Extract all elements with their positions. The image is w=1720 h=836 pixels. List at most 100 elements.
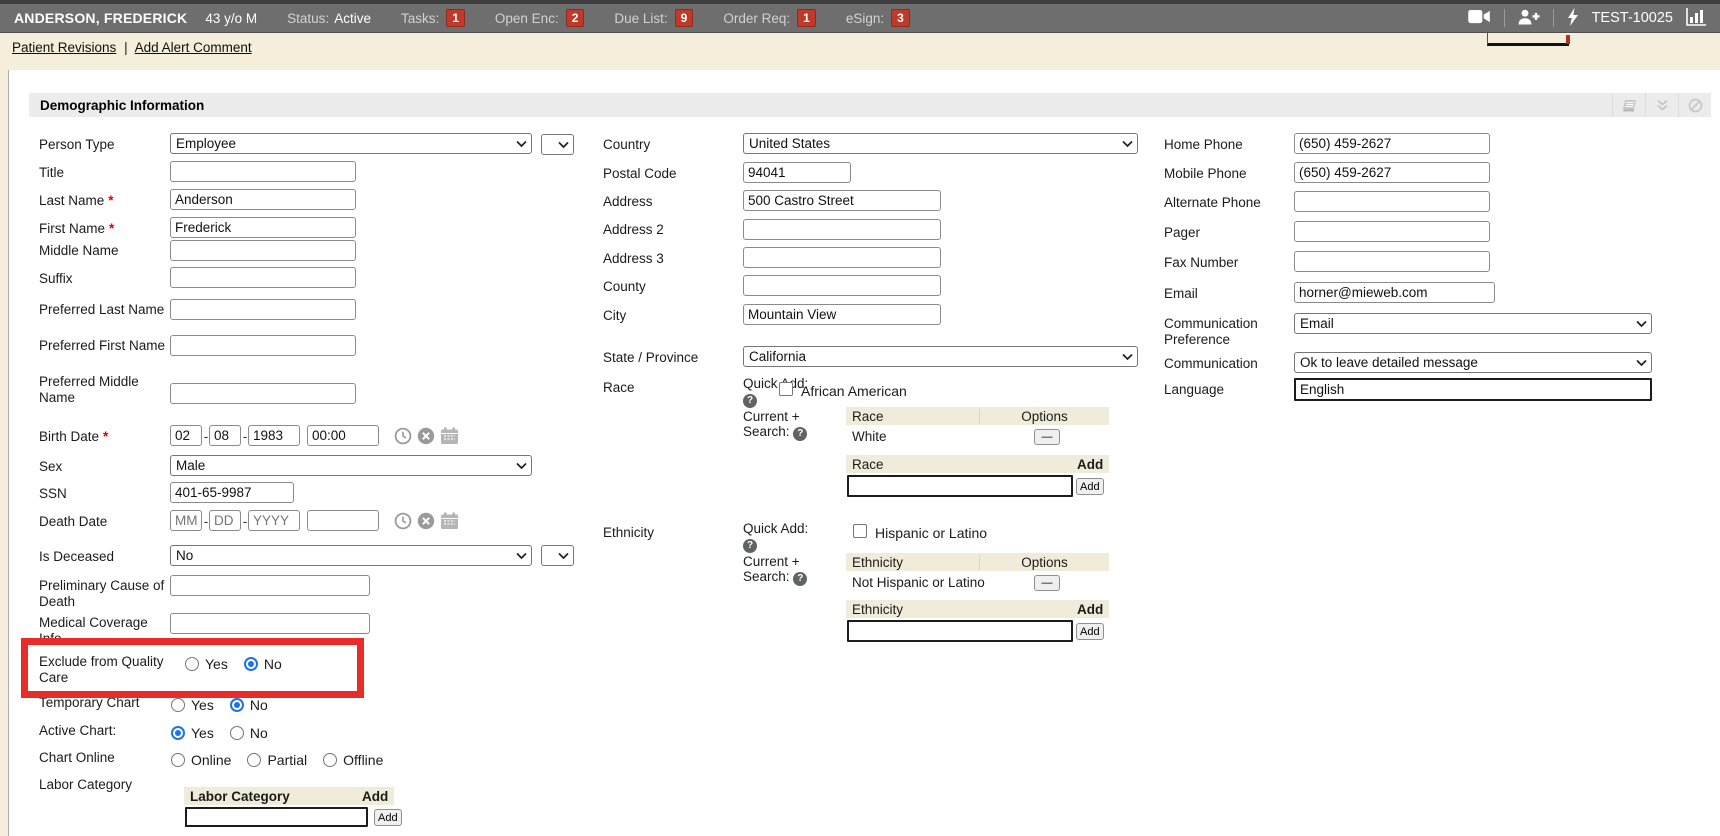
communication-select[interactable]: Ok to leave detailed message bbox=[1294, 352, 1652, 373]
race-quick-checkbox[interactable] bbox=[779, 382, 793, 396]
death-day-input[interactable] bbox=[209, 510, 241, 531]
status-label: Status: bbox=[287, 11, 329, 26]
collapse-icon[interactable] bbox=[1645, 93, 1678, 117]
clear-date-icon[interactable] bbox=[417, 427, 435, 445]
clock-icon[interactable] bbox=[394, 427, 412, 445]
race-remove-button[interactable]: — bbox=[1034, 429, 1060, 445]
address3-label: Address 3 bbox=[603, 251, 731, 267]
help-icon[interactable]: ? bbox=[743, 539, 757, 553]
exclude-no-radio[interactable] bbox=[244, 657, 258, 671]
race-add-button[interactable]: Add bbox=[1076, 478, 1104, 495]
suffix-input[interactable] bbox=[170, 267, 356, 288]
chart-icon[interactable] bbox=[1686, 8, 1706, 29]
exclude-yes-radio[interactable] bbox=[185, 657, 199, 671]
birth-day-input[interactable] bbox=[209, 425, 241, 446]
email-input[interactable] bbox=[1294, 282, 1495, 303]
partial-radio[interactable] bbox=[247, 753, 261, 767]
video-camera-icon[interactable] bbox=[1468, 9, 1491, 27]
help-icon[interactable]: ? bbox=[793, 427, 807, 441]
help-icon[interactable]: ? bbox=[793, 572, 807, 586]
add-alert-comment-link[interactable]: Add Alert Comment bbox=[135, 40, 252, 55]
suffix-label: Suffix bbox=[39, 271, 167, 287]
medical-coverage-label: Medical Coverage Info bbox=[39, 615, 167, 647]
medical-coverage-input[interactable] bbox=[170, 613, 370, 634]
title-input[interactable] bbox=[170, 161, 356, 182]
birth-time-input[interactable] bbox=[307, 425, 379, 446]
active-no-radio[interactable] bbox=[230, 726, 244, 740]
address2-input[interactable] bbox=[743, 219, 941, 240]
comm-pref-select[interactable]: Email bbox=[1294, 313, 1652, 334]
death-date-label: Death Date bbox=[39, 514, 167, 530]
preferred-last-input[interactable] bbox=[170, 299, 356, 320]
labor-category-input[interactable] bbox=[185, 807, 368, 827]
county-input[interactable] bbox=[743, 275, 941, 296]
birth-year-input[interactable] bbox=[248, 425, 300, 446]
race-quick-checkbox-label: African American bbox=[801, 383, 907, 399]
preferred-middle-input[interactable] bbox=[170, 383, 356, 404]
disable-icon[interactable] bbox=[1678, 93, 1711, 117]
clear-date-icon[interactable] bbox=[417, 512, 435, 530]
first-name-input[interactable] bbox=[170, 217, 356, 238]
is-deceased-mini-select[interactable] bbox=[541, 545, 574, 566]
ethnicity-add-header: Ethnicity Add bbox=[846, 600, 1109, 618]
city-input[interactable] bbox=[743, 304, 941, 325]
station-id: TEST-10025 bbox=[1592, 10, 1673, 26]
temporary-no-radio[interactable] bbox=[230, 698, 244, 712]
labor-add-button[interactable]: Add bbox=[374, 809, 402, 826]
due-list-badge[interactable]: 9 bbox=[675, 9, 694, 27]
is-deceased-select[interactable]: No bbox=[170, 545, 532, 566]
add-person-icon[interactable] bbox=[1518, 9, 1540, 28]
address-input[interactable] bbox=[743, 190, 941, 211]
home-phone-input[interactable] bbox=[1294, 133, 1490, 154]
person-type-mini-select[interactable] bbox=[541, 134, 574, 155]
calendar-icon[interactable] bbox=[440, 427, 459, 445]
print-icon[interactable] bbox=[1612, 93, 1645, 117]
death-time-input[interactable] bbox=[307, 510, 379, 531]
alternate-phone-label: Alternate Phone bbox=[1164, 195, 1292, 211]
pager-input[interactable] bbox=[1294, 221, 1490, 242]
country-select[interactable]: United States bbox=[743, 133, 1138, 154]
middle-name-input[interactable] bbox=[170, 240, 356, 261]
patient-revisions-link[interactable]: Patient Revisions bbox=[12, 40, 116, 55]
last-name-label: Last Name* bbox=[39, 193, 167, 209]
toolbar-separator bbox=[1553, 9, 1554, 27]
language-input[interactable] bbox=[1294, 378, 1652, 401]
birth-month-input[interactable] bbox=[170, 425, 202, 446]
active-yes-radio[interactable] bbox=[171, 726, 185, 740]
ethnicity-add-button[interactable]: Add bbox=[1076, 623, 1104, 640]
online-radio[interactable] bbox=[171, 753, 185, 767]
preferred-middle-label: Preferred Middle Name bbox=[39, 374, 167, 406]
alternate-phone-input[interactable] bbox=[1294, 191, 1490, 212]
address3-input[interactable] bbox=[743, 247, 941, 268]
ethnicity-quick-checkbox[interactable] bbox=[853, 524, 867, 538]
ethnicity-add-input[interactable] bbox=[847, 620, 1073, 642]
mobile-phone-input[interactable] bbox=[1294, 162, 1490, 183]
open-enc-badge[interactable]: 2 bbox=[566, 9, 585, 27]
last-name-input[interactable] bbox=[170, 189, 356, 210]
ethnicity-row-value: Not Hispanic or Latino bbox=[852, 575, 985, 590]
temporary-yes-radio[interactable] bbox=[171, 698, 185, 712]
state-select[interactable]: California bbox=[743, 346, 1138, 367]
help-icon[interactable]: ? bbox=[743, 394, 757, 408]
ethnicity-remove-button[interactable]: — bbox=[1034, 575, 1060, 591]
communication-label: Communication bbox=[1164, 356, 1292, 372]
prelim-cod-input[interactable] bbox=[170, 575, 370, 596]
race-add-input[interactable] bbox=[847, 475, 1073, 497]
calendar-icon[interactable] bbox=[440, 512, 459, 530]
lightning-icon[interactable] bbox=[1567, 8, 1579, 29]
death-year-input[interactable] bbox=[248, 510, 300, 531]
tasks-badge[interactable]: 1 bbox=[446, 9, 465, 27]
ssn-input[interactable] bbox=[170, 482, 294, 503]
clock-icon[interactable] bbox=[394, 512, 412, 530]
preferred-first-input[interactable] bbox=[170, 335, 356, 356]
race-row-value: White bbox=[852, 429, 887, 444]
esign-badge[interactable]: 3 bbox=[891, 9, 910, 27]
death-month-input[interactable] bbox=[170, 510, 202, 531]
sex-select[interactable]: Male bbox=[170, 455, 532, 476]
person-type-select[interactable]: Employee bbox=[170, 133, 532, 154]
offline-radio[interactable] bbox=[323, 753, 337, 767]
fax-input[interactable] bbox=[1294, 251, 1490, 272]
ssn-label: SSN bbox=[39, 486, 167, 502]
postal-code-input[interactable] bbox=[743, 162, 851, 183]
order-req-badge[interactable]: 1 bbox=[797, 9, 816, 27]
